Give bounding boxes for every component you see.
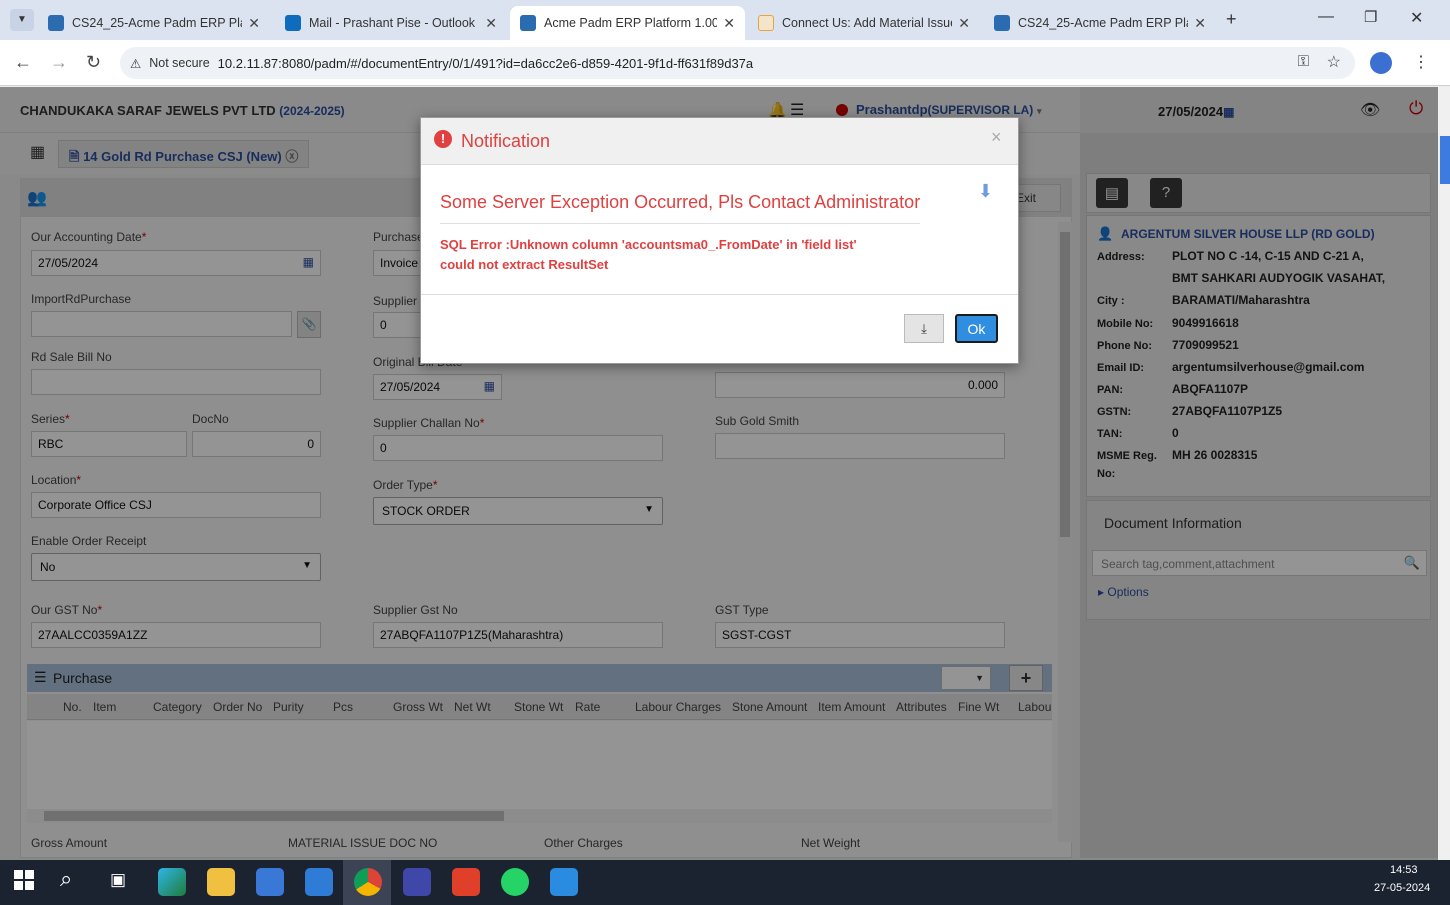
page-scrollbar[interactable] (1438, 87, 1450, 860)
tab-title: Acme Padm ERP Platform 1.00 (544, 16, 718, 30)
tab-search-icon[interactable]: ▼ (10, 9, 34, 31)
not-secure-label[interactable]: Not secure (149, 56, 209, 70)
chrome-icon[interactable] (354, 868, 382, 896)
star-icon[interactable]: ☆ (1327, 52, 1341, 72)
new-tab-icon[interactable]: + (1226, 9, 1237, 30)
tab-title: CS24_25-Acme Padm ERP Platfo (1018, 16, 1189, 30)
close-tab-icon[interactable]: ✕ (248, 15, 260, 32)
ok-label: Ok (967, 321, 986, 337)
url-text[interactable]: 10.2.11.87:8080/padm/#/documentEntry/0/1… (218, 56, 753, 71)
erp-favicon-icon (48, 15, 64, 31)
download-icon[interactable]: ⤓ (904, 314, 944, 343)
erp-favicon-icon (520, 15, 536, 31)
browser-tab-4[interactable]: Connect Us: Add Material Issue ✕ (748, 6, 980, 40)
mail-icon[interactable] (305, 868, 333, 896)
connect-favicon-icon (758, 15, 774, 31)
app-icon[interactable] (403, 868, 431, 896)
tab-title: Connect Us: Add Material Issue (782, 16, 953, 30)
tab-title: Mail - Prashant Pise - Outlook (309, 16, 476, 30)
address-bar-row: ← → ↻ ⚠ Not secure 10.2.11.87:8080/padm/… (0, 40, 1450, 86)
close-tab-icon[interactable]: ✕ (958, 15, 970, 32)
forward-icon[interactable]: → (50, 52, 68, 73)
browser-tab-2[interactable]: Mail - Prashant Pise - Outlook ✕ (275, 6, 507, 40)
task-view-icon[interactable]: ▣ (110, 870, 126, 890)
modal-divider (440, 223, 920, 224)
wps-icon[interactable] (452, 868, 480, 896)
search-icon[interactable]: ⌕ (60, 866, 72, 892)
close-tab-icon[interactable]: ✕ (485, 15, 497, 32)
modal-header: ! Notification × (421, 118, 1018, 165)
clock-date[interactable]: 27-05-2024 (1374, 882, 1430, 894)
reload-icon[interactable]: ↻ (86, 52, 101, 73)
whatsapp-icon[interactable] (501, 868, 529, 896)
profile-avatar[interactable] (1370, 52, 1392, 74)
erp-favicon-icon (994, 15, 1010, 31)
close-tab-icon[interactable]: ✕ (1194, 15, 1206, 32)
restore-icon[interactable]: ❐ (1364, 8, 1377, 26)
minimize-icon[interactable]: — (1318, 8, 1334, 26)
browser-tab-3-active[interactable]: Acme Padm ERP Platform 1.00 ✕ (510, 6, 745, 40)
error-icon: ! (434, 130, 452, 148)
close-window-icon[interactable]: ✕ (1410, 8, 1423, 28)
modal-footer-divider (421, 294, 1018, 295)
warning-icon[interactable]: ⚠ (130, 56, 141, 71)
store-icon[interactable] (256, 868, 284, 896)
tab-title: CS24_25-Acme Padm ERP Platfo (72, 16, 243, 30)
arrow-down-icon[interactable]: ⬇ (978, 181, 993, 202)
omnibox[interactable]: ⚠ Not secure 10.2.11.87:8080/padm/#/docu… (120, 47, 1355, 79)
page-scroll-thumb[interactable] (1440, 136, 1450, 184)
modal-message: Some Server Exception Occurred, Pls Cont… (440, 192, 921, 212)
outlook-favicon-icon (285, 15, 301, 31)
modal-detail-2: could not extract ResultSet (440, 257, 609, 272)
clock-time[interactable]: 14:53 (1390, 864, 1418, 876)
close-icon[interactable]: × (991, 127, 1002, 148)
edge-icon[interactable] (158, 868, 186, 896)
photos-icon[interactable] (550, 868, 578, 896)
back-icon[interactable]: ← (14, 52, 32, 73)
modal-title: Notification (461, 131, 551, 151)
close-tab-icon[interactable]: ✕ (723, 15, 735, 32)
modal-detail-1: SQL Error :Unknown column 'accountsma0_.… (440, 237, 857, 252)
windows-start-icon[interactable] (14, 870, 34, 890)
browser-tab-1[interactable]: CS24_25-Acme Padm ERP Platfo ✕ (38, 6, 270, 40)
browser-tab-5[interactable]: CS24_25-Acme Padm ERP Platfo ✕ (984, 6, 1216, 40)
ok-button[interactable]: Ok (955, 314, 998, 343)
menu-dots-icon[interactable]: ⋮ (1413, 52, 1429, 72)
file-explorer-icon[interactable] (207, 868, 235, 896)
browser-tab-bar: ▼ CS24_25-Acme Padm ERP Platfo ✕ Mail - … (0, 0, 1450, 40)
key-icon[interactable]: ⚿ (1298, 53, 1309, 70)
